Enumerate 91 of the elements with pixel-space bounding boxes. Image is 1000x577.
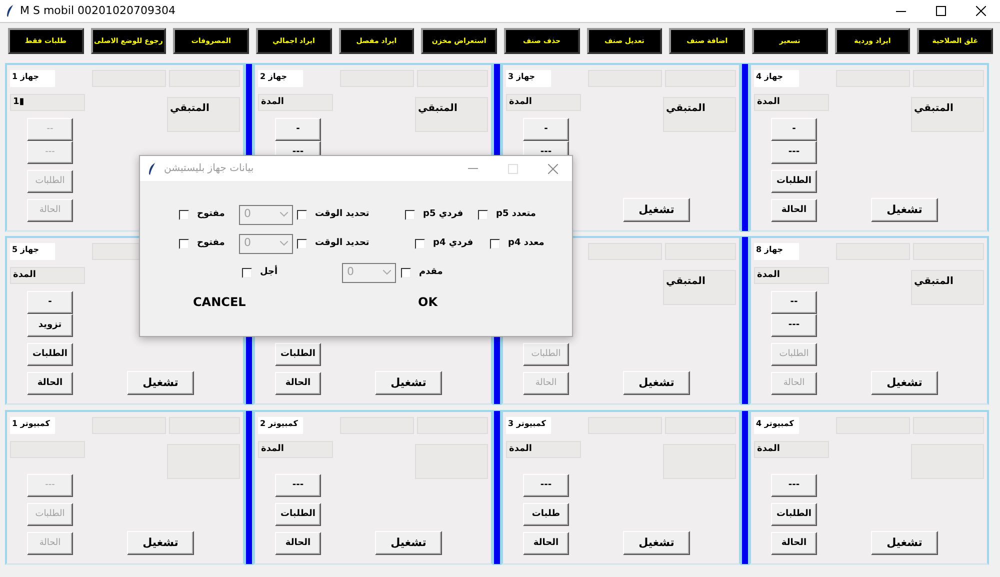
checkbox-label: p4 معدد bbox=[508, 236, 544, 250]
panel-button[interactable]: الطلبات bbox=[771, 503, 817, 526]
checkbox-label: مفتوح bbox=[197, 236, 225, 250]
checkbox-label: مقدم bbox=[419, 266, 443, 279]
duration-field: المدة bbox=[258, 441, 333, 458]
minimize-icon[interactable] bbox=[896, 10, 906, 12]
checkbox[interactable] bbox=[179, 238, 189, 248]
run-button[interactable]: تشغيل bbox=[623, 198, 690, 222]
dialog-title: بيانات جهاز بليستيشن bbox=[164, 162, 254, 176]
device-name-field: كمبيوتر 1 bbox=[10, 417, 55, 434]
checkbox[interactable] bbox=[405, 210, 415, 220]
device-name-field: كمبيوتر 4 bbox=[754, 417, 799, 434]
checkbox-label: مفتوح bbox=[197, 208, 225, 221]
panel-button[interactable]: الحالة bbox=[523, 532, 569, 555]
checkbox-label: تحديد الوقت bbox=[315, 236, 370, 250]
dialog-button[interactable]: OK bbox=[418, 292, 438, 310]
panel-button[interactable]: الحالة bbox=[275, 372, 321, 395]
feather-icon bbox=[148, 162, 156, 174]
panel-button[interactable]: الطلبات bbox=[27, 343, 73, 366]
device-name-field: جهاز 2 bbox=[258, 70, 303, 87]
duration-field: المدة bbox=[506, 441, 581, 458]
panel-button[interactable]: --- bbox=[275, 474, 321, 497]
panel-button[interactable]: الحالة bbox=[771, 199, 817, 222]
checkbox[interactable] bbox=[490, 238, 500, 248]
duration-field: المدة bbox=[754, 441, 829, 458]
panel-button[interactable]: - bbox=[27, 291, 73, 314]
duration-field: المدة bbox=[754, 267, 829, 284]
panel-button[interactable]: - bbox=[523, 118, 569, 141]
panel-button[interactable]: الحالة bbox=[275, 532, 321, 555]
remaining-field: المتبقي bbox=[663, 97, 736, 132]
run-button[interactable]: تشغيل bbox=[375, 531, 442, 555]
checkbox[interactable] bbox=[478, 210, 488, 220]
panel-button[interactable]: الحالة bbox=[27, 372, 73, 395]
device-name-field: جهاز 5 bbox=[10, 243, 55, 260]
device-name-field: كمبيوتر 2 bbox=[258, 417, 303, 434]
duration-field: المدة bbox=[506, 94, 581, 111]
panel-button[interactable]: الطلبات bbox=[771, 170, 817, 193]
panel-button[interactable]: الطلبات bbox=[275, 343, 321, 366]
remaining-field: المتبقي bbox=[911, 97, 984, 132]
window-title: M S mobil 00201020709304 bbox=[20, 2, 176, 19]
duration-field: المدة bbox=[258, 94, 333, 111]
device-name-field: جهاز 4 bbox=[754, 70, 799, 87]
run-button[interactable]: تشغيل bbox=[127, 531, 194, 555]
panel-button[interactable]: --- bbox=[771, 314, 817, 337]
panel-button[interactable]: الطلبات bbox=[275, 503, 321, 526]
caret-icon bbox=[280, 212, 288, 217]
device-name-field: جهاز 1 bbox=[10, 70, 55, 87]
checkbox[interactable] bbox=[401, 268, 411, 278]
duration-field: 1▮ bbox=[10, 94, 85, 111]
remaining-field: المتبقي bbox=[663, 270, 736, 305]
panel-button[interactable]: -- bbox=[771, 291, 817, 314]
device-name-field: جهاز 3 bbox=[506, 70, 551, 87]
run-button[interactable]: تشغيل bbox=[871, 371, 938, 395]
dialog-button[interactable]: CANCEL bbox=[193, 292, 246, 310]
checkbox-label: p5 فردي bbox=[423, 208, 464, 221]
checkbox-label: أجل bbox=[260, 266, 278, 279]
panel-button[interactable]: الحالة bbox=[771, 532, 817, 555]
panel-button[interactable]: - bbox=[275, 118, 321, 141]
maximize-icon[interactable] bbox=[936, 6, 946, 16]
panel-button[interactable]: --- bbox=[771, 474, 817, 497]
checkbox-label: تحديد الوقت bbox=[315, 208, 370, 221]
panel-button[interactable]: --- bbox=[771, 141, 817, 164]
maximize-icon bbox=[508, 164, 518, 174]
caret-icon bbox=[280, 241, 288, 246]
checkbox[interactable] bbox=[297, 238, 307, 248]
device-name-field: جهاز 8 bbox=[754, 243, 799, 260]
checkbox[interactable] bbox=[179, 210, 189, 220]
feather-icon bbox=[6, 5, 14, 17]
run-button[interactable]: تشغيل bbox=[871, 531, 938, 555]
run-button[interactable]: تشغيل bbox=[871, 198, 938, 222]
duration-field: المدة bbox=[10, 267, 85, 284]
remaining-field: المتبقي bbox=[167, 97, 240, 132]
duration-field: المدة bbox=[754, 94, 829, 111]
remaining-field: المتبقي bbox=[415, 97, 488, 132]
run-button[interactable]: تشغيل bbox=[623, 531, 690, 555]
checkbox[interactable] bbox=[242, 268, 252, 278]
checkbox-label: p4 فردي bbox=[433, 236, 474, 250]
caret-icon bbox=[383, 270, 391, 275]
checkbox[interactable] bbox=[415, 238, 425, 248]
panel-button[interactable]: - bbox=[771, 118, 817, 141]
close-icon[interactable] bbox=[976, 6, 986, 16]
checkbox[interactable] bbox=[297, 210, 307, 220]
run-button[interactable]: تشغيل bbox=[375, 371, 442, 395]
remaining-field: المتبقي bbox=[911, 270, 984, 305]
device-name-field: كمبيوتر 3 bbox=[506, 417, 551, 434]
run-button[interactable]: تشغيل bbox=[127, 371, 194, 395]
run-button[interactable]: تشغيل bbox=[623, 371, 690, 395]
panel-button[interactable]: --- bbox=[523, 474, 569, 497]
panel-button[interactable]: طلبات bbox=[523, 503, 569, 526]
panel-button[interactable]: تزويد bbox=[27, 314, 73, 337]
checkbox-label: p5 متعدد bbox=[496, 208, 536, 221]
